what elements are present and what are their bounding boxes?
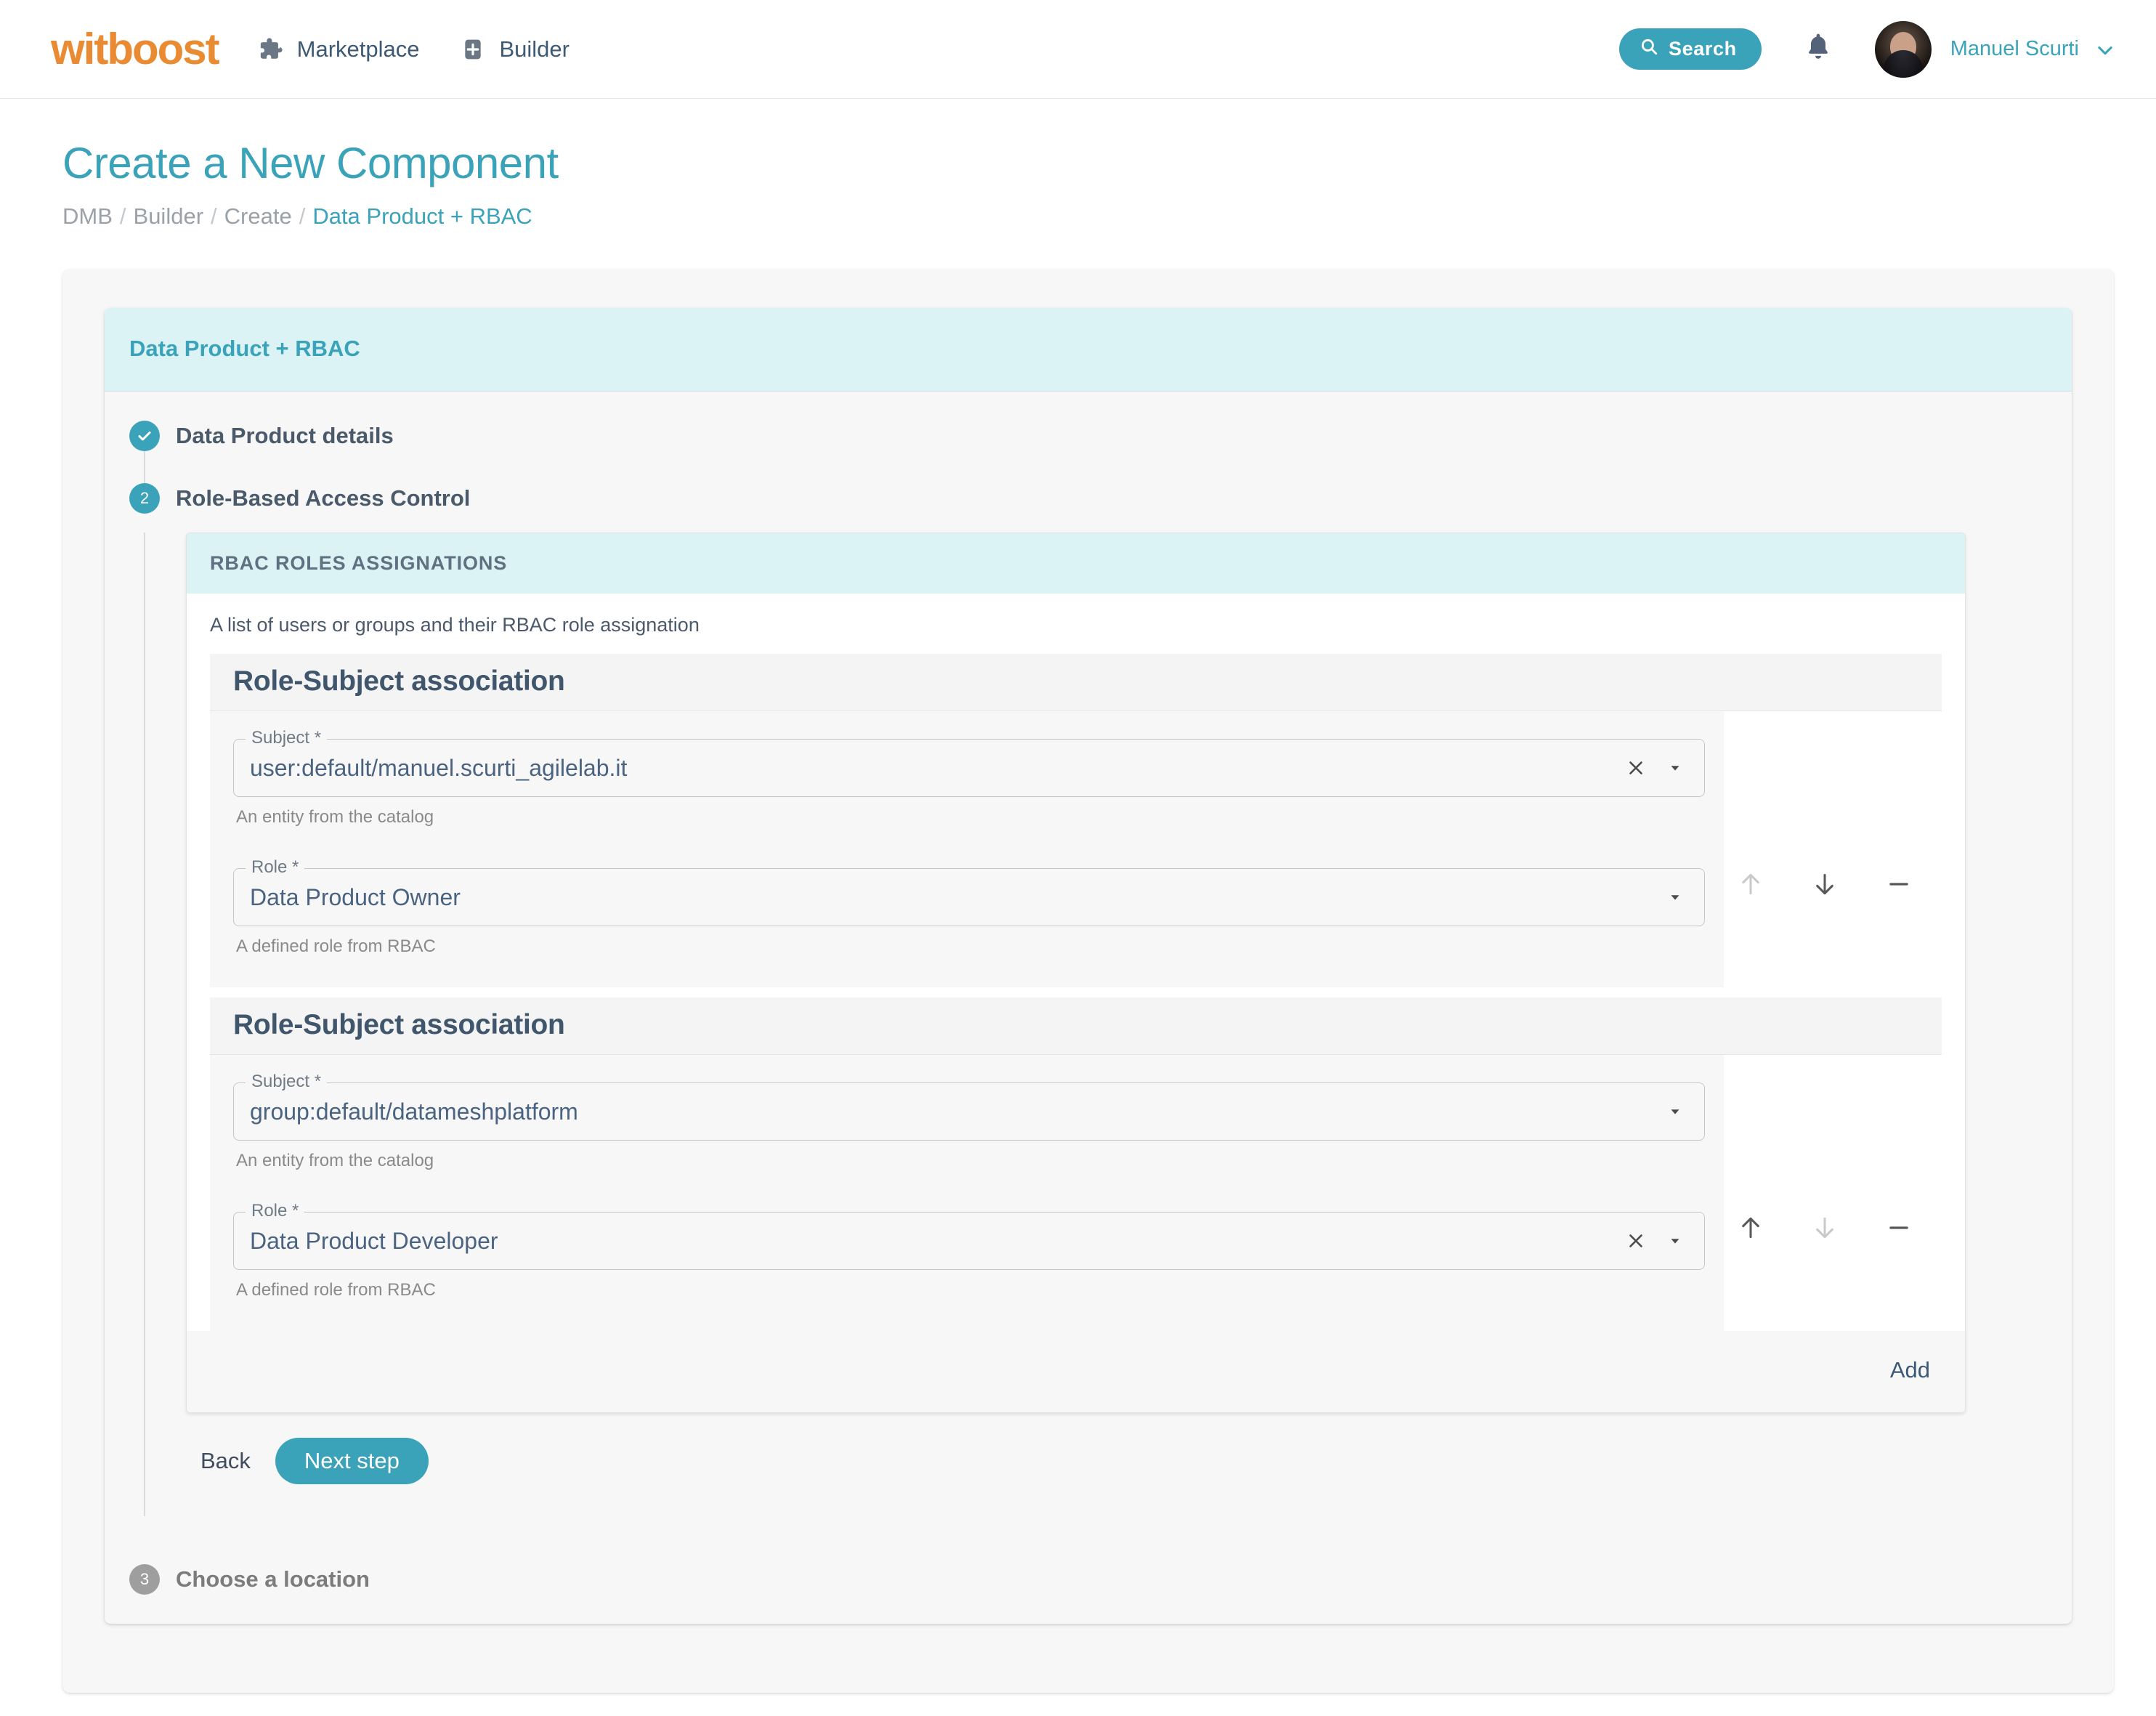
subject-field-adornments <box>1662 1098 1688 1125</box>
association-title-bar: Role-Subject association <box>210 654 1942 711</box>
role-field-label: Role * <box>246 1202 304 1220</box>
role-field-value: Data Product Owner <box>250 884 1662 911</box>
plus-square-icon <box>460 36 486 62</box>
chevron-down-icon[interactable] <box>2095 40 2114 59</box>
subject-field-adornments <box>1621 753 1688 782</box>
rbac-panel-description: A list of users or groups and their RBAC… <box>187 594 1965 644</box>
step-connector-1 <box>144 451 2047 483</box>
arrow-up-icon[interactable] <box>1734 1211 1767 1244</box>
association-title: Role-Subject association <box>233 665 1918 697</box>
caret-down-icon[interactable] <box>1662 1228 1688 1254</box>
breadcrumb-item-builder[interactable]: Builder <box>134 203 204 229</box>
wizard-step-data-product-details[interactable]: Data Product details <box>129 421 2047 451</box>
caret-down-icon[interactable] <box>1662 1098 1688 1125</box>
rbac-roles-panel: RBAC ROLES ASSIGNATIONS A list of users … <box>186 533 1966 1413</box>
wizard-card-title: Data Product + RBAC <box>129 336 2047 362</box>
minus-icon[interactable] <box>1882 1211 1916 1244</box>
subject-field-label: Subject * <box>246 729 327 747</box>
nav-item-marketplace[interactable]: Marketplace <box>258 36 420 62</box>
role-field-group: Role * Data Product Owner A de <box>233 868 1705 957</box>
subject-input[interactable]: Subject * group:default/datameshplatform <box>233 1082 1705 1141</box>
wizard-card-body: Data Product details 2 Role-Based Access… <box>105 392 2072 1624</box>
role-field-group: Role * Data Product Developer <box>233 1212 1705 1300</box>
breadcrumb-item-current: Data Product + RBAC <box>312 203 532 229</box>
role-field-adornments <box>1662 884 1688 910</box>
breadcrumb: DMB/Builder/Create/Data Product + RBAC <box>62 203 2156 230</box>
bell-icon <box>1804 31 1833 68</box>
breadcrumb-item-dmb[interactable]: DMB <box>62 203 113 229</box>
wizard-outer-card: Data Product + RBAC Data Product details… <box>62 269 2114 1693</box>
step-number-badge: 2 <box>129 483 160 514</box>
association-actions <box>1724 711 1942 987</box>
search-icon <box>1640 37 1658 61</box>
nav-item-marketplace-label: Marketplace <box>297 36 420 62</box>
search-button-label: Search <box>1669 38 1737 60</box>
role-subject-association-item: Role-Subject association Subject * user:… <box>187 654 1965 987</box>
association-actions <box>1724 1055 1942 1331</box>
caret-down-icon[interactable] <box>1662 884 1688 910</box>
subject-field-helper: An entity from the catalog <box>236 807 1705 827</box>
subject-field-value: user:default/manuel.scurti_agilelab.it <box>250 755 1621 782</box>
close-icon[interactable] <box>1621 753 1650 782</box>
role-input[interactable]: Role * Data Product Owner <box>233 868 1705 926</box>
add-button[interactable]: Add <box>1887 1353 1933 1388</box>
role-field-helper: A defined role from RBAC <box>236 936 1705 957</box>
step-number-badge: 3 <box>129 1564 160 1595</box>
wizard-card-header: Data Product + RBAC <box>105 308 2072 392</box>
wizard-step-3-label: Choose a location <box>176 1566 370 1592</box>
association-body: Subject * group:default/datameshplatform <box>210 1055 1942 1331</box>
role-field-adornments <box>1621 1226 1688 1255</box>
step-completed-icon <box>129 421 160 451</box>
subject-field-helper: An entity from the catalog <box>236 1151 1705 1171</box>
association-title: Role-Subject association <box>233 1009 1918 1041</box>
wizard-navigation-buttons: Back Next step <box>186 1438 2047 1484</box>
page-header: Create a New Component DMB / Builder / Creat… <box>0 99 2156 230</box>
subject-field-label: Subject * <box>246 1073 327 1090</box>
breadcrumb-separator: / <box>299 203 306 229</box>
role-field-value: Data Product Developer <box>250 1228 1621 1255</box>
breadcrumb-item-create[interactable]: Create <box>224 203 292 229</box>
breadcrumb-separator: / <box>211 203 217 229</box>
wizard-step-rbac[interactable]: 2 Role-Based Access Control <box>129 483 2047 514</box>
breadcrumb-separator: / <box>120 203 126 229</box>
subject-field-group: Subject * group:default/datameshplatform <box>233 1082 1705 1171</box>
arrow-down-icon[interactable] <box>1808 867 1841 901</box>
association-body: Subject * user:default/manuel.scurti_agi… <box>210 711 1942 987</box>
rbac-panel-header: RBAC ROLES ASSIGNATIONS <box>187 533 1965 594</box>
close-icon[interactable] <box>1621 1226 1650 1255</box>
association-title-bar: Role-Subject association <box>210 997 1942 1055</box>
avatar[interactable] <box>1875 21 1932 78</box>
wizard-card: Data Product + RBAC Data Product details… <box>105 308 2072 1624</box>
wizard-step-1-label: Data Product details <box>176 423 394 449</box>
role-subject-association-item: Role-Subject association Subject * group… <box>187 997 1965 1331</box>
page-title: Create a New Component <box>62 139 2156 187</box>
back-button[interactable]: Back <box>186 1438 265 1484</box>
role-field-label: Role * <box>246 859 304 876</box>
wizard-step-2-label: Role-Based Access Control <box>176 485 470 511</box>
rbac-panel-title: RBAC ROLES ASSIGNATIONS <box>210 552 1942 575</box>
top-navigation-bar: witboost Marketplace Builder Search <box>0 0 2156 99</box>
user-name-label[interactable]: Manuel Scurti <box>1950 37 2079 61</box>
wizard-step-choose-location[interactable]: 3 Choose a location <box>129 1564 2047 1595</box>
witboost-logo[interactable]: witboost <box>51 28 219 71</box>
step-2-content: RBAC ROLES ASSIGNATIONS A list of users … <box>144 533 2047 1516</box>
rbac-panel-footer: Add <box>187 1331 1965 1412</box>
association-fields: Subject * user:default/manuel.scurti_agi… <box>233 739 1705 963</box>
puzzle-icon <box>258 36 284 62</box>
subject-input[interactable]: Subject * user:default/manuel.scurti_agi… <box>233 739 1705 797</box>
next-step-button[interactable]: Next step <box>275 1438 429 1484</box>
caret-down-icon[interactable] <box>1662 755 1688 781</box>
search-button[interactable]: Search <box>1619 28 1762 70</box>
subject-field-group: Subject * user:default/manuel.scurti_agi… <box>233 739 1705 827</box>
nav-item-builder[interactable]: Builder <box>460 36 570 62</box>
association-fields: Subject * group:default/datameshplatform <box>233 1082 1705 1306</box>
subject-field-value: group:default/datameshplatform <box>250 1098 1662 1125</box>
notifications-button[interactable] <box>1802 31 1834 68</box>
arrow-up-icon <box>1734 867 1767 901</box>
role-field-helper: A defined role from RBAC <box>236 1280 1705 1300</box>
arrow-down-icon <box>1808 1211 1841 1244</box>
role-input[interactable]: Role * Data Product Developer <box>233 1212 1705 1270</box>
minus-icon[interactable] <box>1882 867 1916 901</box>
nav-item-builder-label: Builder <box>499 36 570 62</box>
